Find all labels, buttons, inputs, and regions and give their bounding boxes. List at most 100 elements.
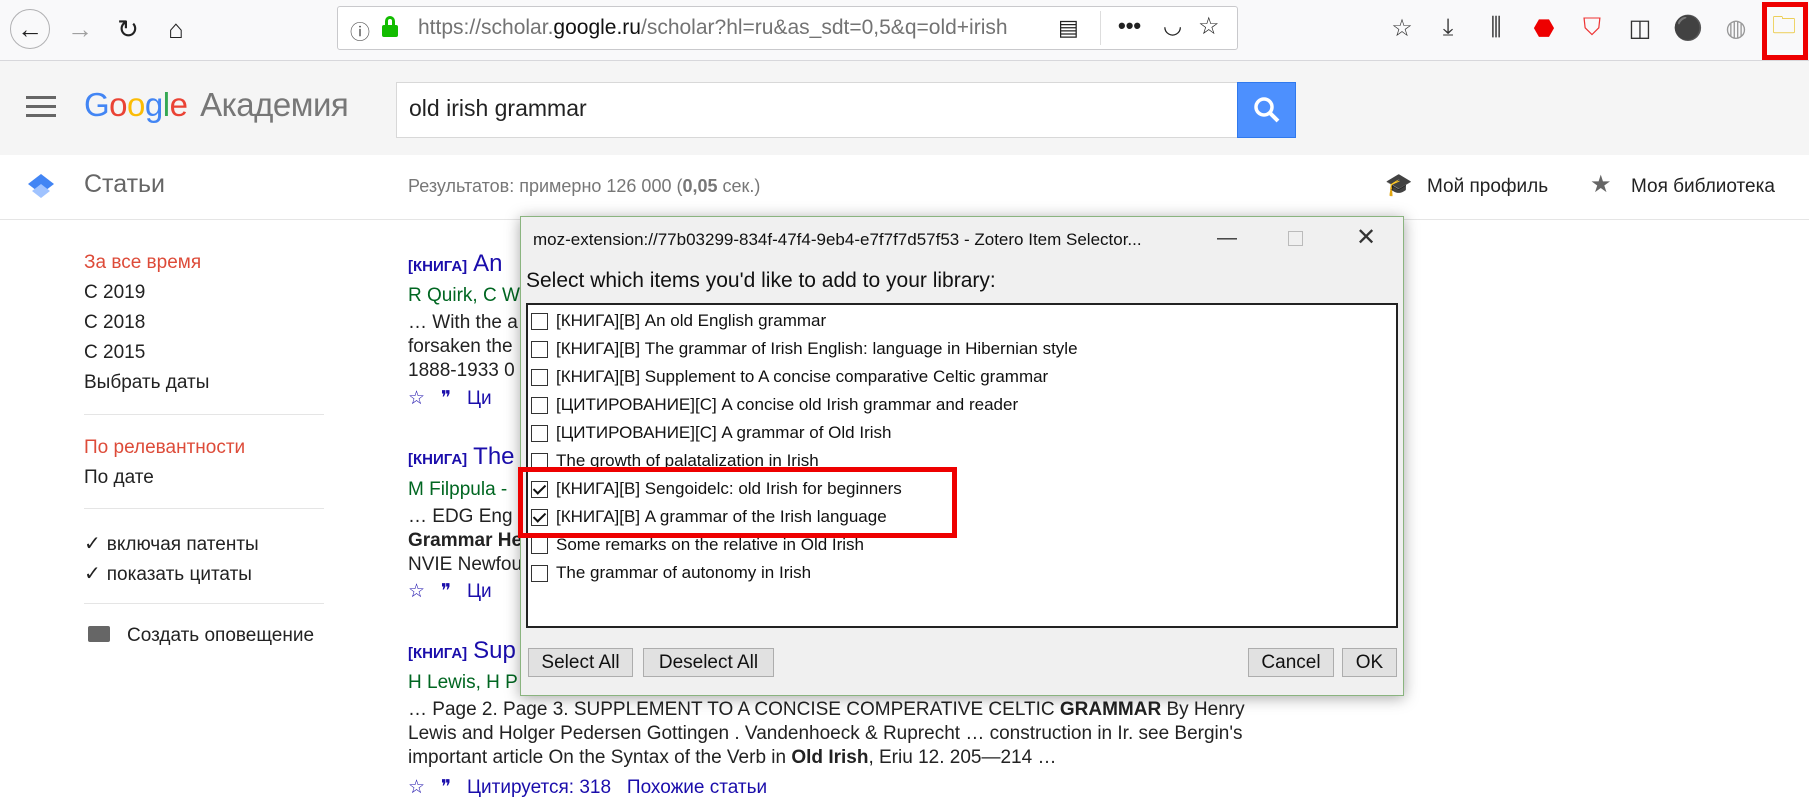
item-checkbox[interactable]: [531, 396, 548, 414]
filter-any-time[interactable]: За все время: [84, 252, 201, 274]
reload-icon[interactable]: ↻: [108, 9, 148, 49]
lock-icon: [382, 25, 398, 37]
item-checkbox[interactable]: [531, 536, 548, 554]
related-articles-link[interactable]: Похожие статьи: [627, 777, 767, 798]
list-item[interactable]: [КНИГА][B] An old English grammar: [531, 308, 826, 334]
list-item[interactable]: The grammar of autonomy in Irish: [531, 560, 811, 586]
result-title[interactable]: [КНИГА] The: [408, 443, 515, 471]
extension-icon[interactable]: ⚫: [1670, 10, 1706, 46]
highlight-checked-items: [518, 467, 957, 538]
deselect-all-button[interactable]: Deselect All: [643, 648, 774, 677]
result-snippet: … Page 2. Page 3. SUPPLEMENT TO A CONCIS…: [408, 699, 1245, 768]
sort-by-relevance[interactable]: По релевантности: [84, 437, 245, 459]
cancel-button[interactable]: Cancel: [1248, 648, 1334, 677]
save-star-icon[interactable]: ☆: [408, 777, 425, 798]
list-item[interactable]: [КНИГА][B] Supplement to A concise compa…: [531, 364, 1048, 390]
divider: [1100, 11, 1101, 45]
result-actions: ☆ ❞ Цитируется: 318 Похожие статьи: [408, 776, 767, 799]
item-label: The grammar of autonomy in Irish: [556, 563, 812, 582]
dialog-title: moz-extension://77b03299-834f-47f4-9eb4-…: [533, 230, 1142, 249]
select-all-button[interactable]: Select All: [528, 648, 633, 677]
divider: [84, 508, 324, 509]
adblock-icon[interactable]: ⬣: [1526, 10, 1562, 46]
sidebar-icon[interactable]: ◫: [1622, 10, 1658, 46]
result-title[interactable]: [КНИГА] Sup: [408, 637, 516, 665]
item-label: [ЦИТИРОВАНИЕ][C] A concise old Irish gra…: [556, 395, 1019, 414]
result-title[interactable]: [КНИГА] An: [408, 250, 503, 278]
create-alert-link[interactable]: Создать оповещение: [127, 625, 314, 647]
list-item[interactable]: [КНИГА][B] The grammar of Irish English:…: [531, 336, 1078, 362]
item-label: [ЦИТИРОВАНИЕ][C] A grammar of Old Irish: [556, 423, 892, 442]
result-actions: ☆ ❞ Ци: [408, 580, 492, 603]
include-patents-checkbox[interactable]: ✓ включая патенты: [84, 531, 259, 556]
item-checkbox[interactable]: [531, 368, 548, 386]
result-authors[interactable]: R Quirk, C W: [408, 285, 520, 307]
back-icon[interactable]: ←: [10, 9, 50, 49]
search-icon: [1253, 97, 1279, 123]
download-icon[interactable]: ⤓: [1430, 10, 1466, 46]
zotero-item-selector-dialog: moz-extension://77b03299-834f-47f4-9eb4-…: [520, 216, 1404, 696]
cite-quote-icon[interactable]: ❞: [441, 777, 451, 798]
include-citations-checkbox[interactable]: ✓ показать цитаты: [84, 561, 252, 586]
cite-quote-icon[interactable]: ❞: [441, 388, 451, 409]
bookmarks-star-icon[interactable]: ☆: [1384, 10, 1420, 46]
list-item[interactable]: [ЦИТИРОВАНИЕ][C] A concise old Irish gra…: [531, 392, 1018, 418]
forward-icon[interactable]: →: [60, 9, 100, 49]
bookmark-star-icon[interactable]: ☆: [1198, 12, 1220, 41]
url-text[interactable]: https://scholar.google.ru/scholar?hl=ru&…: [418, 16, 1118, 40]
item-label: [КНИГА][B] An old English grammar: [556, 311, 827, 330]
list-item[interactable]: [ЦИТИРОВАНИЕ][C] A grammar of Old Irish: [531, 420, 891, 446]
browser-toolbar: ← → ↻ ⌂ ⓘ https://scholar.google.ru/scho…: [0, 0, 1809, 61]
item-checkbox[interactable]: [531, 340, 548, 358]
result-authors[interactable]: H Lewis, H P: [408, 672, 518, 694]
cited-by-link[interactable]: Ци: [467, 581, 492, 602]
search-input[interactable]: old irish grammar: [409, 95, 587, 122]
profile-cap-icon[interactable]: 🎓: [1385, 172, 1412, 198]
search-field[interactable]: old irish grammar: [396, 82, 1238, 138]
scholar-cap-icon: [28, 174, 54, 198]
divider: [84, 414, 324, 415]
filter-custom-range[interactable]: Выбрать даты: [84, 372, 209, 394]
item-checkbox[interactable]: [531, 424, 548, 442]
cite-quote-icon[interactable]: ❞: [441, 581, 451, 602]
item-checkbox[interactable]: [531, 312, 548, 330]
sort-by-date[interactable]: По дате: [84, 467, 154, 489]
section-title: Статьи: [84, 170, 166, 198]
results-count: Результатов: примерно 126 000 (0,05 сек.…: [408, 176, 761, 196]
item-checkbox[interactable]: [531, 564, 548, 582]
reader-view-icon[interactable]: ▤: [1058, 15, 1079, 41]
home-icon[interactable]: ⌂: [156, 9, 196, 49]
result-snippet: … With the a forsaken the 1888-1933 0: [408, 312, 518, 381]
my-library-link[interactable]: Моя библиотека: [1631, 176, 1775, 198]
maximize-icon[interactable]: [1288, 231, 1303, 246]
pocket-icon[interactable]: ◡: [1163, 13, 1182, 39]
library-icon[interactable]: ⫼: [1478, 10, 1514, 46]
cited-by-link[interactable]: Цитируется: 318: [467, 777, 611, 798]
library-star-icon[interactable]: ★: [1590, 170, 1612, 199]
info-icon[interactable]: ⓘ: [350, 16, 370, 45]
lock-shackle-icon: [385, 16, 395, 26]
ok-button[interactable]: OK: [1342, 648, 1397, 677]
shield-icon[interactable]: ⛉: [1574, 10, 1610, 46]
result-actions: ☆ ❞ Ци: [408, 387, 492, 410]
my-profile-link[interactable]: Мой профиль: [1427, 176, 1548, 198]
google-scholar-logo[interactable]: Google Академия: [84, 86, 349, 124]
more-actions-icon[interactable]: •••: [1118, 13, 1141, 39]
filter-since-2015[interactable]: С 2015: [84, 342, 145, 364]
url-bar[interactable]: ⓘ https://scholar.google.ru/scholar?hl=r…: [337, 6, 1238, 50]
dialog-prompt: Select which items you'd like to add to …: [526, 269, 996, 292]
menu-icon[interactable]: [26, 96, 56, 117]
result-authors[interactable]: M Filppula -: [408, 479, 507, 501]
cited-by-link[interactable]: Ци: [467, 388, 492, 409]
minimize-icon[interactable]: —: [1217, 227, 1237, 250]
filter-since-2018[interactable]: С 2018: [84, 312, 145, 334]
search-button[interactable]: [1237, 82, 1296, 138]
save-star-icon[interactable]: ☆: [408, 581, 425, 602]
save-star-icon[interactable]: ☆: [408, 388, 425, 409]
item-label: [КНИГА][B] Supplement to A concise compa…: [556, 367, 1049, 386]
items-listbox[interactable]: [КНИГА][B] An old English grammar [КНИГА]…: [526, 303, 1398, 628]
close-icon[interactable]: ✕: [1356, 223, 1376, 252]
filter-since-2019[interactable]: С 2019: [84, 282, 145, 304]
item-label: [КНИГА][B] The grammar of Irish English:…: [556, 339, 1078, 358]
globe-icon[interactable]: ◍: [1718, 10, 1754, 46]
